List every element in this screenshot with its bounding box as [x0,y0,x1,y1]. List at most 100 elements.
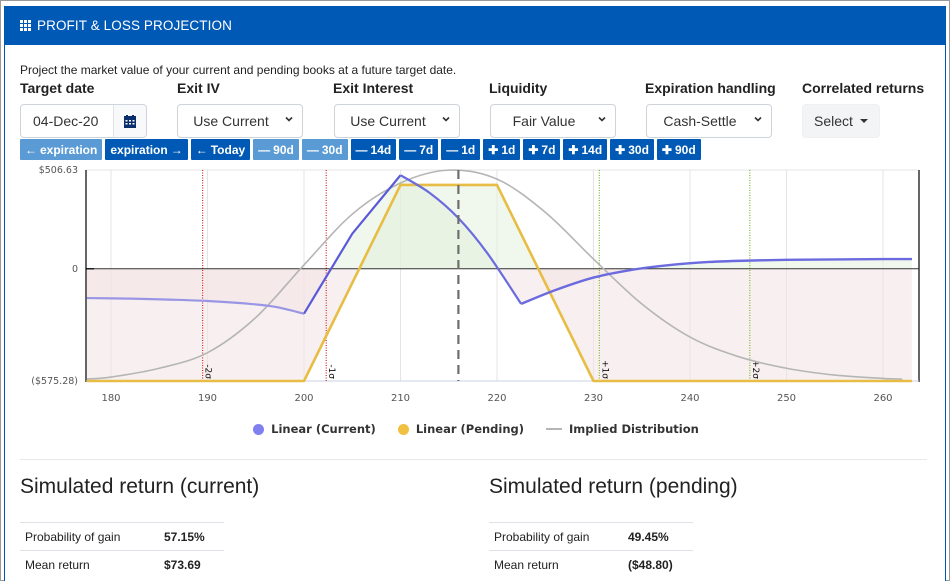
date-shift-buttons: ← expiration expiration → ← Today —90d —30d —14d… [20,139,701,160]
liquidity-select[interactable]: Fair Value [490,104,616,138]
date-shift-label: 14d [581,142,603,157]
date-shift-label: 30d [321,142,343,157]
target-date-label: Target date [20,80,95,96]
correlated-returns-label: Correlated returns [802,80,925,96]
arrow-left-icon: ← [195,142,208,157]
date-shift-label: 7d [541,142,556,157]
exit-iv-select[interactable]: Use Current [177,104,303,138]
chart-legend: Linear (Current) Linear (Pending) Implie… [5,422,947,436]
x-tick-label: 220 [487,393,506,404]
panel-header: PROFIT & LOSS PROJECTION [5,6,945,45]
plus-icon: ✚ [528,142,539,157]
date-shift-button-minus-14d[interactable]: —14d [350,139,397,160]
expiration-handling-value: Cash-Settle [663,113,737,129]
minus-icon: — [306,142,319,157]
date-shift-label: Today [210,142,246,157]
date-shift-label: 90d [674,142,696,157]
chevron-down-icon [442,116,450,122]
date-shift-button-minus-7d[interactable]: —7d [399,139,439,160]
sigma-label: -1σ [326,364,336,379]
date-shift-button-expiration[interactable]: ← expiration [20,139,103,160]
pnl-chart-svg: -2σ -1σ +1σ +2σ$506.630($575.28)180 190 200 21… [31,165,920,404]
plus-icon: ✚ [615,142,626,157]
chevron-down-icon [285,116,293,122]
date-shift-button-minus-90d[interactable]: —90d [253,139,299,160]
date-shift-label: expiration [40,142,98,157]
section-divider [20,459,927,460]
table-row: Mean return ($48.80) [489,550,693,579]
legend-label: Linear (Pending) [415,422,525,436]
x-tick-label: 180 [101,393,120,404]
panel-title: PROFIT & LOSS PROJECTION [37,18,232,33]
x-tick-label: 210 [391,393,410,404]
exit-iv-label: Exit IV [177,80,220,96]
legend-item-implied-distribution[interactable]: Implied Distribution [546,422,699,436]
date-shift-label: expiration [110,142,168,157]
date-shift-button-plus-90d[interactable]: ✚ 90d [656,139,701,160]
y-tick-label: $506.63 [39,165,78,176]
simulated-pending-title: Simulated return (pending) [489,475,738,498]
date-shift-label: 30d [628,142,649,157]
date-shift-label: 14d [370,142,392,157]
pnl-projection-panel: PROFIT & LOSS PROJECTION Project the mar… [4,6,946,581]
stat-label: Mean return [20,550,159,579]
minus-icon: — [404,142,417,157]
chevron-down-icon [754,116,762,122]
x-tick-label: 250 [777,393,796,404]
x-tick-label: 240 [680,393,699,404]
simulated-current-title: Simulated return (current) [20,475,260,498]
sigma-label: -2σ [203,364,213,379]
date-shift-button-plus-30d[interactable]: ✚ 30d [610,139,654,160]
date-shift-label: 1d [501,142,516,157]
stat-label: Probability of gain [489,522,623,551]
stat-value: ($48.80) [623,550,693,579]
date-shift-label: 1d [461,142,476,157]
liquidity-label: Liquidity [489,80,548,96]
date-shift-label: 7d [419,142,434,157]
y-tick-label: 0 [72,264,78,275]
calendar-button[interactable] [113,105,146,137]
legend-item-current[interactable]: Linear (Current) [253,422,376,436]
table-row: Probability of gain 49.45% [489,522,693,551]
expiration-handling-select[interactable]: Cash-Settle [646,104,772,138]
plus-icon: ✚ [568,142,579,157]
date-shift-button-expiration-forward[interactable]: expiration → [105,139,188,160]
sigma-label: +1σ [599,360,609,379]
calendar-icon [124,114,136,128]
correlated-returns-dropdown[interactable]: Select [802,104,880,138]
legend-item-pending[interactable]: Linear (Pending) [397,422,525,436]
exit-iv-value: Use Current [193,113,269,129]
legend-dot-icon [253,423,265,435]
y-tick-label: ($575.28) [31,376,78,387]
date-shift-button-today[interactable]: ← Today [190,139,251,160]
date-shift-button-plus-7d[interactable]: ✚ 7d [523,139,561,160]
caret-down-icon [859,119,868,123]
x-tick-label: 260 [873,393,892,404]
legend-label: Implied Distribution [569,422,699,436]
exit-interest-value: Use Current [350,113,426,129]
date-shift-button-minus-1d[interactable]: —1d [441,139,481,160]
expiration-handling-label: Expiration handling [645,80,776,96]
date-shift-button-minus-30d[interactable]: —30d [301,139,348,160]
target-date-input[interactable]: 04-Dec-20 [21,105,113,137]
table-row: Probability of gain 57.15% [20,522,224,551]
date-shift-button-plus-1d[interactable]: ✚ 1d [483,139,521,160]
arrow-left-icon: ← [25,142,37,157]
table-row: Mean return $73.69 [20,550,224,579]
target-date-picker: 04-Dec-20 [20,104,147,138]
date-shift-label: 90d [273,142,294,157]
chevron-down-icon [598,116,606,122]
panel-description: Project the market value of your current… [20,63,457,77]
exit-interest-label: Exit Interest [333,80,414,96]
pnl-chart: -2σ -1σ +1σ +2σ $506.63 0 ($575.28) 180 190 200 21… [5,160,947,450]
exit-interest-select[interactable]: Use Current [334,104,460,138]
date-shift-button-plus-14d[interactable]: ✚ 14d [563,139,608,160]
legend-dot-icon [397,423,409,435]
arrow-right-icon: → [170,142,183,157]
correlated-returns-value: Select [814,113,853,129]
x-tick-label: 230 [584,393,603,404]
legend-label: Linear (Current) [271,422,376,436]
plus-icon: ✚ [488,142,499,157]
legend-line-icon [546,428,563,430]
x-tick-label: 190 [198,393,217,404]
